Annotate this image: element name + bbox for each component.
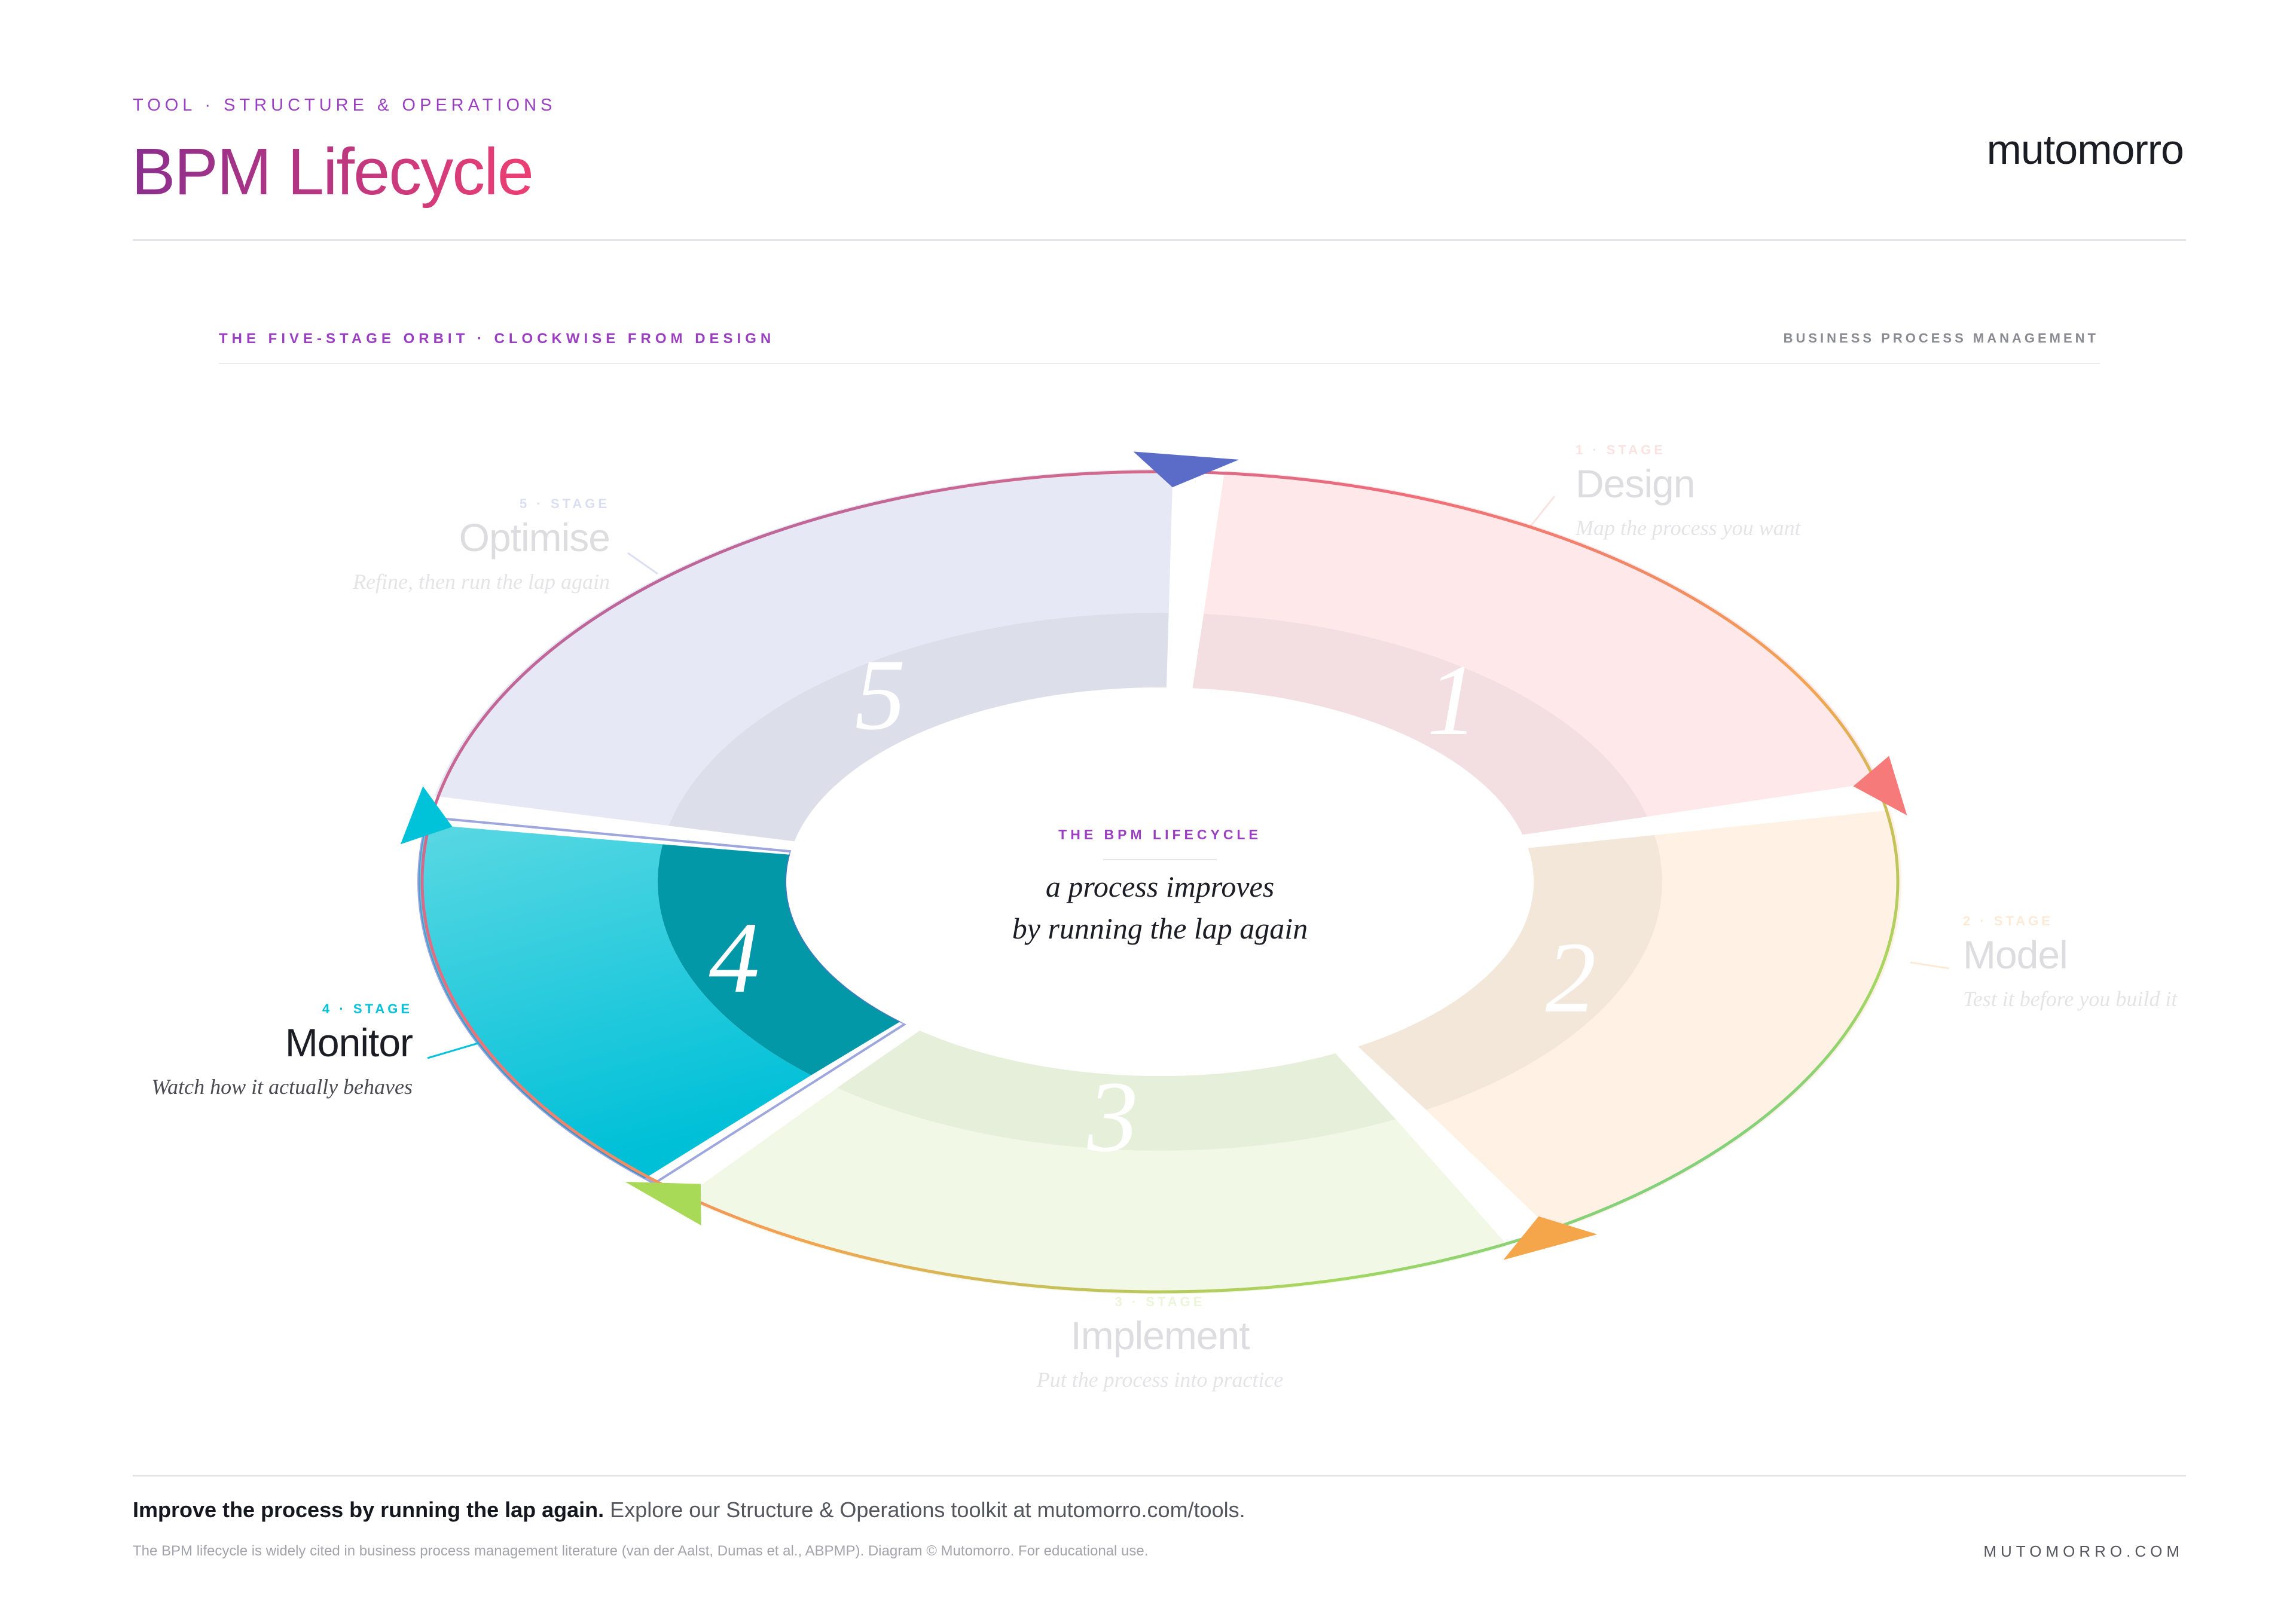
- stage-label-optimise[interactable]: 5 · STAGE Optimise Refine, then run the la…: [352, 496, 658, 594]
- bpm-lifecycle-diagram: 1 2 3 4 5 1 · STAGE Design Map the process you…: [151, 442, 2178, 1392]
- stage-name-model: Model: [1963, 933, 2068, 977]
- stage-kicker-design: 1 · STAGE: [1576, 442, 1666, 457]
- arrowhead-implement: [625, 1182, 701, 1225]
- numeral-model: 2: [1546, 921, 1596, 1034]
- footer-url-link[interactable]: MUTOMORRO.COM: [1983, 1542, 2184, 1561]
- center-line-2: by running the lap again: [1012, 912, 1308, 945]
- footer-attribution: The BPM lifecycle is widely cited in bus…: [133, 1543, 1149, 1559]
- stage-label-model[interactable]: 2 · STAGE Model Test it before you build i…: [1910, 913, 2178, 1011]
- numeral-optimise: 5: [855, 638, 906, 751]
- stage-desc-monitor: Watch how it actually behaves: [151, 1075, 413, 1099]
- arrowhead-model: [1503, 1216, 1598, 1260]
- stage-kicker-optimise: 5 · STAGE: [520, 496, 610, 511]
- center-line-1: a process improves: [1046, 870, 1274, 903]
- leader-line-optimise: [627, 552, 658, 575]
- footer-lead: Improve the process by running the lap a…: [133, 1497, 604, 1522]
- leader-line-design: [1529, 496, 1556, 527]
- stage-desc-optimise: Refine, then run the lap again: [352, 570, 610, 594]
- center-label: THE BPM LIFECYCLE: [1058, 827, 1262, 842]
- stage-kicker-implement: 3 · STAGE: [1115, 1294, 1205, 1309]
- stage-label-design[interactable]: 1 · STAGE Design Map the process you want: [1529, 442, 1802, 540]
- stage-kicker-monitor: 4 · STAGE: [322, 1001, 413, 1016]
- footer-message: Improve the process by running the lap a…: [133, 1497, 1245, 1523]
- stage-kicker-model: 2 · STAGE: [1963, 913, 2053, 928]
- stage-desc-implement: Put the process into practice: [1036, 1368, 1284, 1392]
- leader-line-model: [1910, 961, 1950, 970]
- numeral-design: 1: [1427, 644, 1478, 756]
- stage-desc-design: Map the process you want: [1575, 516, 1802, 540]
- leader-line-monitor: [427, 1042, 479, 1059]
- numeral-implement: 3: [1087, 1060, 1138, 1173]
- stage-name-implement: Implement: [1070, 1313, 1250, 1358]
- stage-name-design: Design: [1576, 461, 1694, 506]
- stage-label-monitor[interactable]: 4 · STAGE Monitor Watch how it actually be…: [151, 1001, 479, 1099]
- footer-toolkit-link[interactable]: Explore our Structure & Operations toolk…: [604, 1497, 1245, 1522]
- numeral-monitor: 4: [709, 901, 760, 1014]
- stage-name-monitor: Monitor: [285, 1020, 413, 1065]
- stage-name-optimise: Optimise: [459, 515, 610, 560]
- stage-desc-model: Test it before you build it: [1963, 987, 2178, 1011]
- footer-divider: [133, 1475, 2186, 1477]
- stage-label-implement[interactable]: 3 · STAGE Implement Put the process into p…: [1036, 1294, 1284, 1392]
